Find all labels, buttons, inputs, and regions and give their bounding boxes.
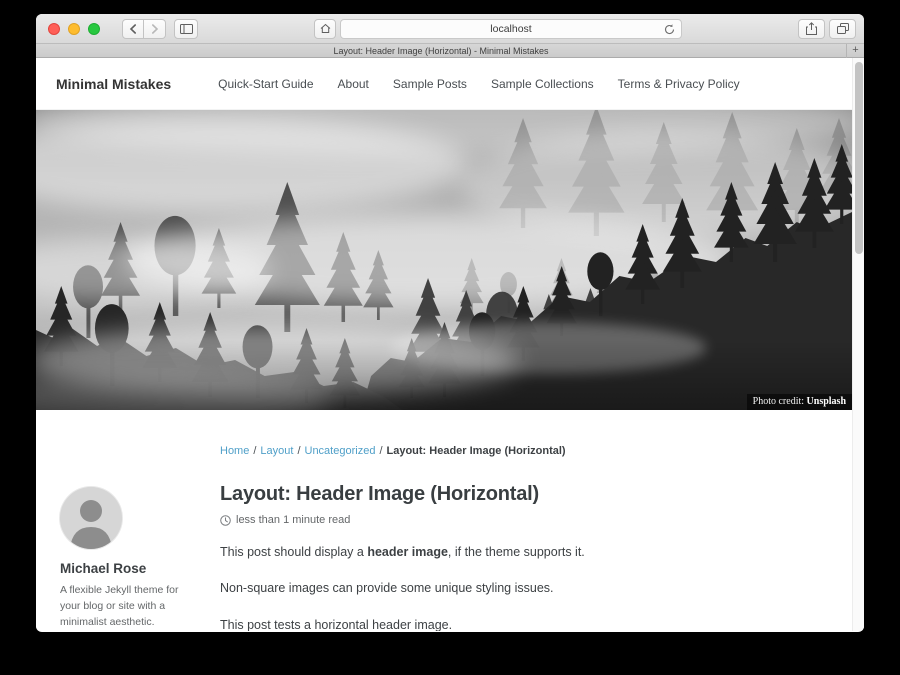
paragraph-2: Non-square images can provide some uniqu… <box>220 579 820 598</box>
paragraph-1-text: This post should display a <box>220 545 367 559</box>
paragraph-3: This post tests a horizontal header imag… <box>220 616 820 631</box>
window-controls <box>48 23 100 35</box>
author-sidebar: Michael Rose A flexible Jekyll theme for… <box>36 483 220 631</box>
photo-credit-prefix: Photo credit: <box>753 396 807 407</box>
breadcrumb-current: Layout: Header Image (Horizontal) <box>387 445 566 457</box>
post-meta: less than 1 minute read <box>220 514 820 526</box>
breadcrumb-layout[interactable]: Layout <box>260 445 293 457</box>
minimize-button[interactable] <box>68 23 80 35</box>
breadcrumb-separator: / <box>253 445 256 457</box>
article-section: Michael Rose A flexible Jekyll theme for… <box>36 483 852 631</box>
share-icon <box>806 22 817 35</box>
person-silhouette-icon <box>60 487 122 549</box>
tabs-icon <box>837 23 849 34</box>
nav-item-about[interactable]: About <box>338 77 369 91</box>
nav-item-terms[interactable]: Terms & Privacy Policy <box>618 77 740 91</box>
browser-window: localhost Layout: Header Image (Horizont… <box>36 14 864 632</box>
avatar <box>60 487 122 549</box>
foggy-forest-illustration <box>36 110 852 410</box>
home-button[interactable] <box>314 19 336 39</box>
photo-credit: Photo credit: Unsplash <box>747 394 852 410</box>
scrollbar-track[interactable] <box>852 58 864 631</box>
back-button[interactable] <box>122 19 144 39</box>
sidebar-toggle-button[interactable] <box>174 19 198 39</box>
post-title: Layout: Header Image (Horizontal) <box>220 483 820 506</box>
home-icon <box>320 23 331 34</box>
breadcrumb-home[interactable]: Home <box>220 445 249 457</box>
chevron-right-icon <box>151 24 159 34</box>
breadcrumb-separator: / <box>297 445 300 457</box>
address-bar[interactable]: localhost <box>340 19 682 39</box>
url-text: localhost <box>490 23 531 35</box>
author-bio: A flexible Jekyll theme for your blog or… <box>60 583 200 630</box>
page-viewport: Minimal Mistakes Quick-Start Guide About… <box>36 58 864 631</box>
tab-overview-button[interactable] <box>829 19 856 39</box>
paragraph-1-text: , if the theme supports it. <box>448 545 585 559</box>
nav-item-sample-posts[interactable]: Sample Posts <box>393 77 467 91</box>
reload-button[interactable] <box>663 23 676 36</box>
chevron-left-icon <box>129 24 137 34</box>
primary-nav: Quick-Start Guide About Sample Posts Sam… <box>218 77 740 91</box>
author-name: Michael Rose <box>60 561 196 576</box>
masthead: Minimal Mistakes Quick-Start Guide About… <box>36 58 852 110</box>
breadcrumb: Home/Layout/Uncategorized/Layout: Header… <box>220 445 852 457</box>
paragraph-1-bold: header image <box>367 545 448 559</box>
new-tab-button[interactable]: + <box>846 44 864 58</box>
reload-icon <box>663 23 676 36</box>
active-tab[interactable]: Layout: Header Image (Horizontal) - Mini… <box>36 44 846 58</box>
history-nav <box>122 19 166 39</box>
breadcrumb-separator: / <box>379 445 382 457</box>
scrollbar-thumb[interactable] <box>855 62 863 254</box>
sidebar-icon <box>180 24 193 34</box>
paragraph-1: This post should display a header image,… <box>220 543 820 562</box>
header-image: Photo credit: Unsplash <box>36 110 852 410</box>
site-title[interactable]: Minimal Mistakes <box>56 76 171 92</box>
breadcrumb-uncategorized[interactable]: Uncategorized <box>305 445 376 457</box>
browser-toolbar: localhost <box>36 14 864 44</box>
photo-credit-link[interactable]: Unsplash <box>807 396 846 407</box>
post-body: Layout: Header Image (Horizontal) less t… <box>220 483 840 631</box>
share-button[interactable] <box>798 19 825 39</box>
read-time: less than 1 minute read <box>236 514 350 526</box>
page-content: Minimal Mistakes Quick-Start Guide About… <box>36 58 852 631</box>
tab-bar: Layout: Header Image (Horizontal) - Mini… <box>36 44 864 58</box>
forward-button[interactable] <box>144 19 166 39</box>
toolbar-right-buttons <box>798 19 856 39</box>
nav-item-sample-collections[interactable]: Sample Collections <box>491 77 594 91</box>
nav-item-quick-start[interactable]: Quick-Start Guide <box>218 77 313 91</box>
close-button[interactable] <box>48 23 60 35</box>
clock-icon <box>220 515 231 526</box>
zoom-button[interactable] <box>88 23 100 35</box>
